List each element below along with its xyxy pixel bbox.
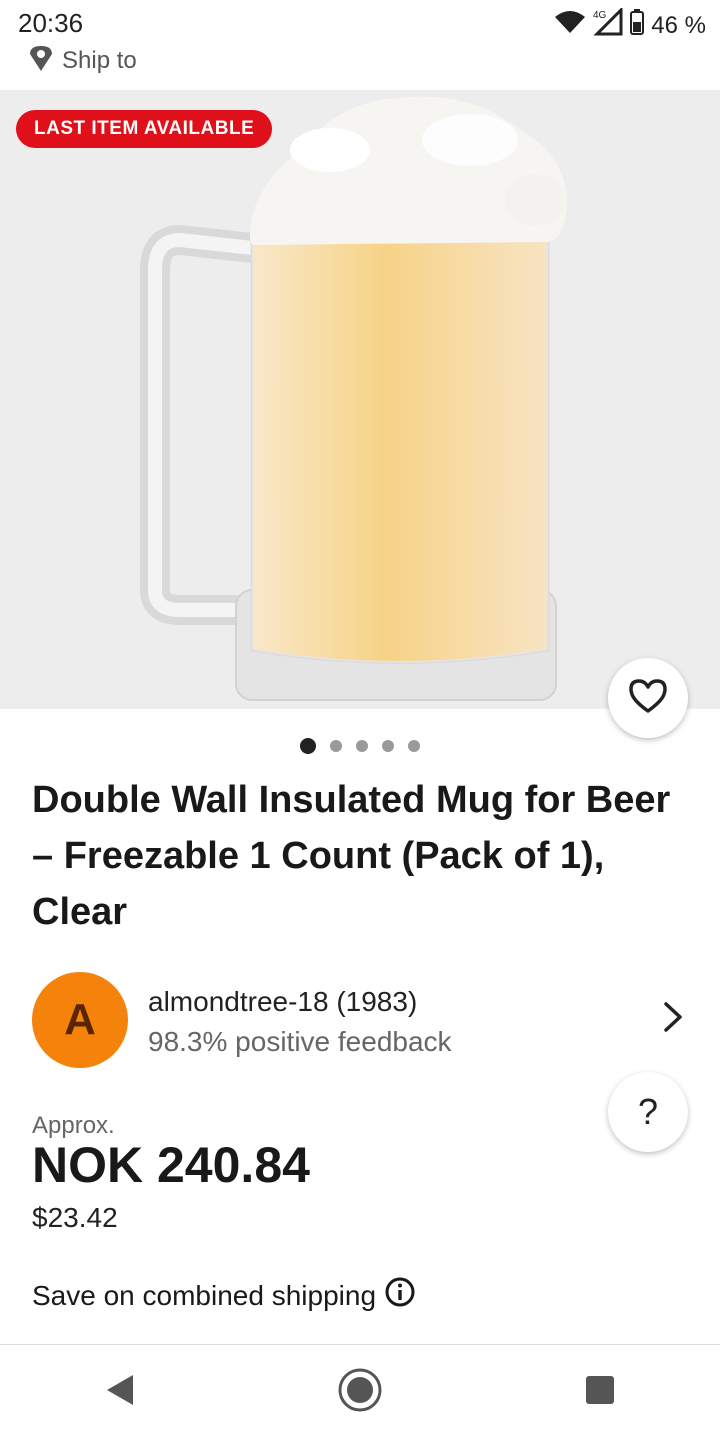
status-bar: 20:36 4G 46 %: [0, 0, 720, 44]
pagination-dot[interactable]: [408, 740, 420, 752]
seller-row[interactable]: A almondtree-18 (1983) 98.3% positive fe…: [32, 972, 692, 1068]
back-button[interactable]: [60, 1353, 180, 1433]
combined-shipping-label: Save on combined shipping: [32, 1279, 377, 1311]
pagination-dot[interactable]: [382, 740, 394, 752]
battery-icon: [629, 8, 645, 43]
beer-mug-image: [140, 96, 567, 701]
battery-percent: 46 %: [651, 11, 706, 39]
pagination-dot[interactable]: [356, 740, 368, 752]
info-icon[interactable]: [384, 1276, 416, 1315]
price-usd: $23.42: [32, 1202, 118, 1233]
heart-icon: [628, 678, 668, 719]
seller-avatar: A: [32, 972, 128, 1068]
home-circle-icon: [337, 1367, 383, 1418]
home-button[interactable]: [300, 1353, 420, 1433]
pagination-dot[interactable]: [330, 740, 342, 752]
question-mark-icon: ?: [637, 1091, 659, 1132]
seller-name: almondtree-18 (1983): [148, 986, 418, 1017]
system-nav-bar: [0, 1345, 720, 1440]
chevron-right-icon: [660, 1000, 686, 1039]
product-title: Double Wall Insulated Mug for Beer – Fre…: [32, 779, 671, 933]
seller-feedback: 98.3% positive feedback: [148, 1026, 452, 1057]
help-button[interactable]: ?: [608, 1072, 688, 1152]
product-image[interactable]: LAST ITEM AVAILABLE: [0, 90, 720, 709]
last-item-badge: LAST ITEM AVAILABLE: [16, 110, 273, 148]
combined-shipping-row[interactable]: Save on combined shipping: [32, 1276, 416, 1315]
pagination-dot[interactable]: [300, 738, 316, 754]
recents-button[interactable]: [540, 1353, 660, 1433]
ship-to-label: Ship to: [62, 47, 137, 74]
wifi-icon: [553, 9, 587, 42]
image-pagination[interactable]: [0, 738, 720, 754]
ship-to-link[interactable]: Ship to: [28, 44, 137, 78]
watch-heart-button[interactable]: [608, 658, 688, 738]
recents-square-icon: [584, 1374, 616, 1411]
signal-4g-icon: 4G: [593, 6, 623, 43]
svg-text:4G: 4G: [593, 10, 607, 21]
status-time: 20:36: [18, 8, 84, 38]
location-pin-icon: [28, 44, 54, 79]
back-triangle-icon: [103, 1372, 137, 1413]
price-local: NOK 240.84: [32, 1137, 310, 1193]
status-icons: 4G 46 %: [553, 6, 706, 43]
